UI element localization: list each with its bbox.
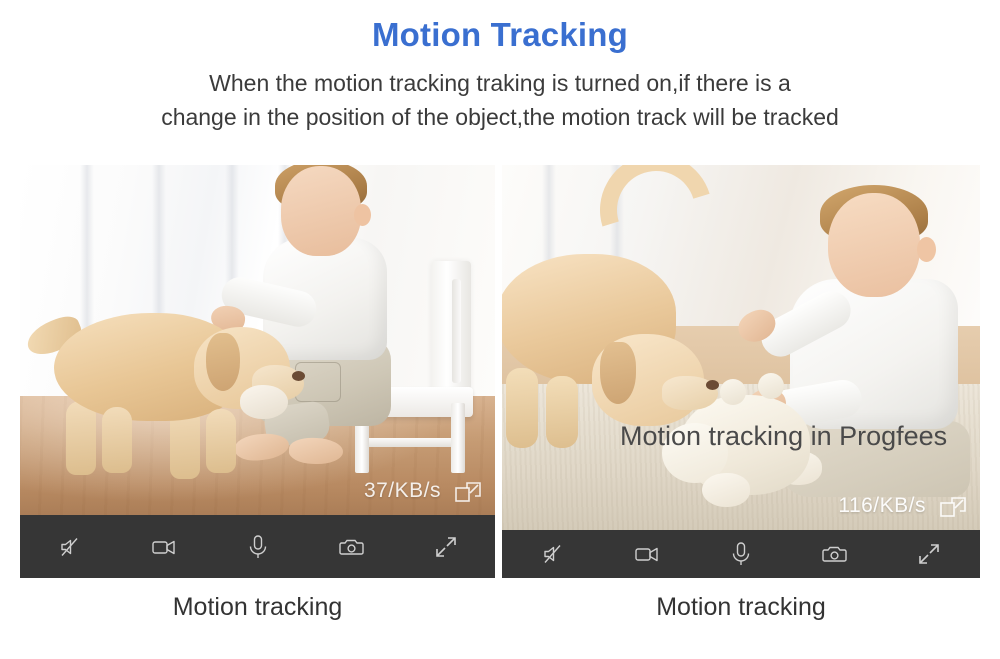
motion-tracking-overlay-label: Motion tracking in Progfees bbox=[620, 421, 948, 451]
subtitle-line-2: change in the position of the object,the… bbox=[161, 104, 839, 130]
puppy-leg bbox=[506, 368, 538, 449]
video-record-icon[interactable] bbox=[149, 532, 179, 562]
bitrate-indicator: 116/KB/s bbox=[838, 494, 926, 517]
puppy-ear bbox=[206, 333, 240, 391]
mute-speaker-icon[interactable] bbox=[55, 532, 85, 562]
video-record-icon[interactable] bbox=[632, 539, 662, 569]
microphone-icon[interactable] bbox=[243, 532, 273, 562]
puppy-leg bbox=[66, 401, 96, 475]
camera-viewport-right[interactable]: Motion tracking in Progfees 116/KB/s bbox=[502, 165, 980, 530]
puppy-leg bbox=[206, 409, 236, 473]
subtitle-line-1: When the motion tracking traking is turn… bbox=[209, 70, 791, 96]
child-ear bbox=[354, 204, 371, 226]
bitrate-indicator: 37/KB/s bbox=[363, 479, 441, 502]
video-scene-boy-and-puppy bbox=[20, 165, 495, 515]
panel-caption-right: Motion tracking bbox=[656, 593, 826, 621]
video-scene-boy-teddy-puppy bbox=[502, 165, 980, 530]
resize-window-icon[interactable] bbox=[455, 481, 481, 503]
camera-panels: 37/KB/s Motion tracking Motion tracking … bbox=[20, 165, 980, 635]
page-header: Motion Tracking When the motion tracking… bbox=[0, 0, 1000, 134]
resize-window-icon[interactable] bbox=[940, 496, 966, 518]
camera-panel-left: 37/KB/s Motion tracking bbox=[20, 165, 495, 635]
page-title: Motion Tracking bbox=[371, 16, 628, 53]
camera-panel-right: Motion tracking in Progfees 116/KB/s Mot… bbox=[502, 165, 980, 635]
panel-caption-left: Motion tracking bbox=[172, 593, 343, 621]
camera-controlbar-left bbox=[20, 515, 495, 578]
mute-speaker-icon[interactable] bbox=[538, 539, 568, 569]
promo-page: Motion Tracking When the motion tracking… bbox=[0, 0, 1000, 659]
chair-slat bbox=[452, 279, 461, 383]
puppy-figure bbox=[22, 275, 305, 480]
fullscreen-expand-icon[interactable] bbox=[431, 532, 461, 562]
microphone-icon[interactable] bbox=[726, 539, 756, 569]
puppy-leg bbox=[546, 376, 578, 449]
plush-toy bbox=[240, 385, 288, 419]
page-subtitle: When the motion tracking traking is turn… bbox=[50, 66, 950, 134]
camera-controlbar-right bbox=[502, 530, 980, 578]
child-head bbox=[281, 166, 361, 256]
camera-viewport-left[interactable]: 37/KB/s bbox=[20, 165, 495, 515]
puppy-ear bbox=[600, 342, 636, 405]
puppy-nose bbox=[292, 371, 305, 381]
child-head bbox=[828, 192, 920, 297]
chair-leg bbox=[451, 403, 465, 473]
puppy-leg bbox=[102, 407, 132, 473]
snapshot-camera-icon[interactable] bbox=[820, 539, 850, 569]
child-ear bbox=[917, 236, 936, 262]
fullscreen-expand-icon[interactable] bbox=[914, 539, 944, 569]
snapshot-camera-icon[interactable] bbox=[337, 532, 367, 562]
